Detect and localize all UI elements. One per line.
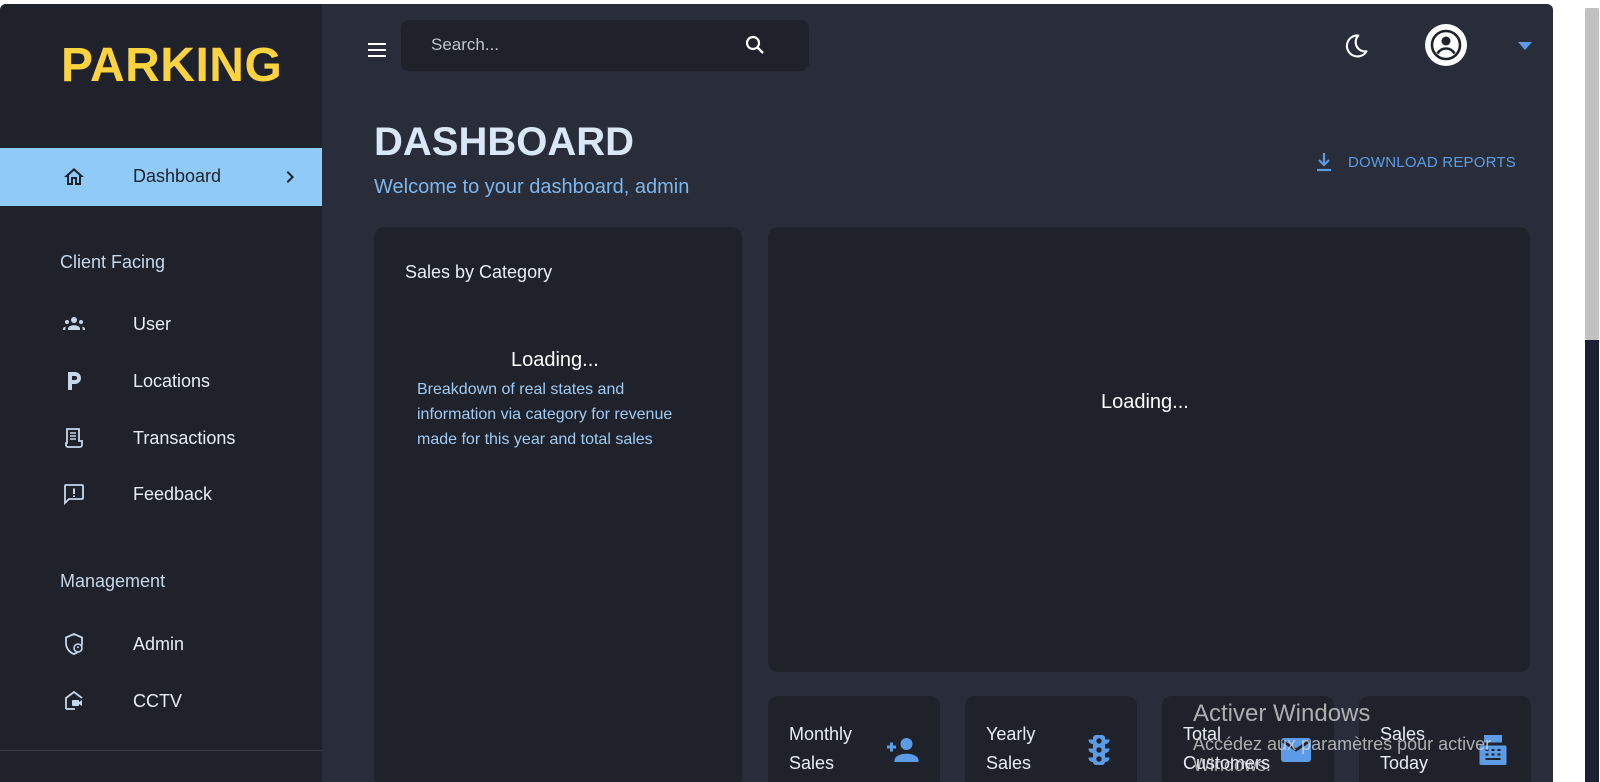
menu-icon[interactable]: [365, 38, 389, 62]
dark-mode-icon[interactable]: [1342, 32, 1370, 60]
page-subtitle: Welcome to your dashboard, admin: [374, 176, 690, 198]
sidebar-item-label: Dashboard: [133, 166, 222, 186]
download-icon: [1317, 153, 1331, 172]
sidebar: PARKING Dashboard Client Facing User Loc…: [0, 4, 322, 782]
sidebar-item-locations[interactable]: Locations: [0, 357, 322, 405]
avatar[interactable]: [1425, 24, 1467, 66]
card-description: Breakdown of real states and information…: [417, 381, 673, 448]
chevron-right-icon: [286, 171, 294, 183]
groups-icon: [63, 317, 85, 330]
card-title: Sales by Category: [405, 262, 553, 282]
section-title-client-facing: Client Facing: [60, 252, 166, 272]
loading-text: Loading...: [511, 349, 599, 371]
sidebar-item-feedback[interactable]: Feedback: [0, 470, 322, 518]
sidebar-divider: [0, 750, 322, 751]
section-title-management: Management: [60, 571, 166, 591]
stat-label: Yearly Sales: [986, 724, 1036, 773]
sidebar-item-admin[interactable]: Admin: [0, 620, 322, 668]
loading-text: Loading...: [1101, 391, 1189, 413]
sidebar-item-dashboard[interactable]: Dashboard: [0, 148, 322, 206]
stat-label: Monthly Sales: [789, 724, 853, 773]
brand-logo: PARKING: [61, 39, 283, 92]
search-input[interactable]: [431, 32, 731, 58]
sidebar-item-label: Admin: [133, 634, 185, 654]
sidebar-item-label: User: [133, 314, 172, 334]
stat-card-monthly-sales: Monthly Sales: [768, 696, 940, 782]
page-title: DASHBOARD: [374, 120, 634, 164]
app-window: PARKING Dashboard Client Facing User Loc…: [0, 4, 1553, 782]
caret-down-icon[interactable]: [1515, 38, 1535, 54]
sidebar-item-label: Feedback: [133, 484, 213, 504]
sidebar-item-user[interactable]: User: [0, 300, 322, 348]
windows-activation-title: Activer Windows: [1193, 700, 1371, 727]
search-bar: [401, 20, 809, 71]
receipt-icon: [65, 428, 83, 448]
sidebar-item-label: Locations: [133, 371, 211, 391]
home-icon: [64, 168, 84, 185]
account-icon: [1430, 29, 1462, 61]
person-add-icon: [887, 738, 919, 762]
feedback-icon: [64, 484, 84, 506]
sidebar-item-label: CCTV: [133, 691, 182, 711]
windows-activation-subtitle: Accédez aux paramètres pour activer Wind…: [1193, 734, 1492, 775]
camera-home-icon: [65, 690, 83, 710]
download-reports-label: DOWNLOAD REPORTS: [1348, 153, 1516, 171]
traffic-icon: [1088, 735, 1110, 765]
stat-card-yearly-sales: Yearly Sales: [965, 696, 1137, 782]
parking-icon: [68, 372, 81, 390]
scrollbar-lower-area: [1585, 340, 1599, 782]
sales-by-category-card: Sales by Category Loading... Breakdown o…: [374, 227, 742, 782]
sidebar-item-label: Transactions: [133, 428, 236, 448]
scrollbar-thumb[interactable]: [1585, 8, 1599, 340]
search-icon[interactable]: [743, 33, 767, 57]
download-reports-button[interactable]: DOWNLOAD REPORTS: [1312, 148, 1516, 176]
sidebar-item-transactions[interactable]: Transactions: [0, 414, 322, 462]
admin-shield-icon: [65, 633, 83, 655]
main-chart-panel: Loading...: [768, 227, 1530, 672]
sidebar-item-cctv[interactable]: CCTV: [0, 677, 322, 725]
